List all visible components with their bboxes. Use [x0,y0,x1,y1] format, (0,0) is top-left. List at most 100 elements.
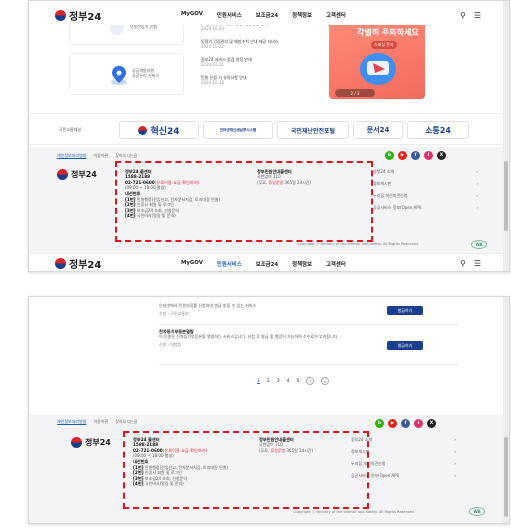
tab-privacy[interactable]: 개인정보처리방침 [57,153,86,159]
main-nav: MyGOV 민원서비스 보조금24 정책정보 고객센터 [181,11,346,19]
highlight-box [123,431,369,509]
emblem-icon [55,9,66,21]
accessibility-mark-icon: WA [471,240,487,249]
banner-item[interactable]: 국민재난안전포털 [277,121,349,139]
nav-subsidy[interactable]: 보조금24 [256,260,278,268]
emblem-icon [138,125,148,135]
screenshot-top: 부동산등기 신청 공공개방자원 공공누리 서비스 [보건복지부] 아동수당 등 … [28,0,510,272]
nav-mygov[interactable]: MyGOV [181,260,203,268]
nav-subsidy[interactable]: 보조금24 [256,11,278,19]
page-link[interactable]: 3 [277,379,280,384]
facebook-icon[interactable]: f [411,151,420,160]
emblem-icon [57,169,68,180]
page-link[interactable]: 1 [257,379,260,384]
emblem-icon [71,437,82,448]
sns-links: b ▶ f i X [375,419,436,428]
emblem-icon [55,258,66,269]
instagram-icon[interactable]: i [424,151,433,160]
scrollbar[interactable] [503,1,509,271]
promo-banner[interactable]: 각별히 주의하세요 스미싱 문자 2 / 3 [329,19,425,99]
menu-icon[interactable]: ☰ [474,259,481,268]
tab-directions[interactable]: 찾아오시는길 [115,153,137,159]
main-nav: MyGOV 민원서비스 보조금24 정책정보 고객센터 [181,260,346,268]
list-item[interactable]: 정부24 서비스 점검 일정 안내 2024.10.21 [201,57,331,75]
page-link[interactable]: 2 [267,379,270,384]
service-card-2[interactable]: 공공개방자원 공공누리 서비스 [69,53,184,95]
search-icon[interactable]: ⚲ [460,11,466,20]
phone-illustration-icon [360,53,396,85]
blog-icon[interactable]: b [385,151,394,160]
promo-counter[interactable]: 2 / 3 [335,89,375,97]
nav-support[interactable]: 고객센터 [326,260,346,268]
chevron-right-icon: › [476,181,478,186]
youtube-icon[interactable]: ▶ [388,419,397,428]
header-sticky: 정부24 MyGOV 민원서비스 보조금24 정책정보 고객센터 ⚲ ☰ [29,253,509,271]
last-page-button[interactable]: » [321,377,330,385]
copyright: Copyright ⓒ Ministry of the Interior and… [293,510,415,514]
tab-privacy[interactable]: 개인정보처리방침 [57,419,86,425]
header-top: 정부24 MyGOV 민원서비스 보조금24 정책정보 고객센터 ⚲ ☰ [29,5,509,25]
site-logo[interactable]: 정부24 [55,8,101,23]
menu-icon[interactable]: ☰ [474,11,481,20]
chevron-right-icon: › [454,437,456,442]
x-icon[interactable]: X [427,419,436,428]
list-item[interactable]: 동절기 건강관리 및 예방수칙 안내 제공 서비스 2024.10.22 [201,39,331,57]
accessibility-mark-icon: WA [469,507,485,516]
tab-terms[interactable]: 이용약관 [93,419,108,425]
chevron-right-icon: › [454,449,456,454]
search-icon[interactable]: ⚲ [460,259,466,268]
chevron-right-icon: › [454,461,456,466]
banner-item[interactable]: 혁신24 [119,121,199,139]
nav-civil-service[interactable]: 민원서비스 [217,260,242,268]
apply-button[interactable]: 발급하기 [387,341,423,350]
footer-logo[interactable]: 정부24 [57,169,97,180]
map-pin-icon [111,66,127,85]
sns-links: b ▶ f i X [385,151,446,160]
facebook-icon[interactable]: f [401,419,410,428]
promo-pill: 스미싱 문자 [371,41,397,49]
chevron-right-icon: › [476,193,478,198]
instagram-icon[interactable]: i [414,419,423,428]
list-item[interactable]: 민원 신청 시 유의사항 안내 2024.10.18 [201,75,331,93]
scrollbar-thumb[interactable] [504,437,508,517]
footer-link[interactable]: 정부24 소개 › [373,169,478,181]
footer-tabs: 개인정보처리방침 이용약관 찾아오시는길 [57,153,137,159]
copyright: Copyright ⓒ Ministry of the Interior and… [297,242,419,246]
promo-headline: 각별히 주의하세요 [357,28,419,37]
footer-links: 정부24 소개 › 정보게시판 › 누리집 개선의견신청 › 공공서비스 정보(Ope… [373,169,478,217]
banner-row: 국민소통채널 혁신24 인터넷재산세납부시스템 국민재난안전포털 문서24 소통… [29,113,509,145]
site-logo[interactable]: 정부24 [55,256,101,271]
nav-policy[interactable]: 정책정보 [292,260,312,268]
highlight-box [115,161,373,242]
footer-logo[interactable]: 정부24 [71,437,111,448]
banner-item[interactable]: 소통24 [407,121,469,139]
scrollbar[interactable] [503,297,509,523]
nav-support[interactable]: 고객센터 [326,11,346,19]
footer-link[interactable]: 누리집 개선의견신청 › [373,193,478,205]
footer-link[interactable]: 정보게시판 › [373,181,478,193]
banner-item[interactable]: 인터넷재산세납부시스템 [203,121,273,139]
page-link[interactable]: 5 [297,379,300,384]
screenshot-bottom: 인터넷에서 민원서류를 신청하여 발급 받을 수 있는 서비스 신청 · 국토교… [28,296,510,524]
next-page-button[interactable]: › [306,377,315,385]
card-label: 공공개방자원 공공누리 서비스 [132,68,160,79]
banner-item[interactable]: 문서24 [353,121,403,139]
tab-directions[interactable]: 찾아오시는길 [115,419,137,425]
page-link[interactable]: 4 [287,379,290,384]
chevron-right-icon: › [476,205,478,210]
youtube-icon[interactable]: ▶ [398,151,407,160]
footer-link[interactable]: 공공서비스 정보(Open API) › [373,205,478,217]
tab-terms[interactable]: 이용약관 [93,153,108,159]
footer-tabs: 개인정보처리방침 이용약관 찾아오시는길 [57,419,137,425]
banner-label: 국민소통채널 [59,127,82,132]
nav-policy[interactable]: 정책정보 [292,11,312,19]
scrollbar-thumb[interactable] [504,161,508,231]
apply-button[interactable]: 발급하기 [387,306,423,315]
blog-icon[interactable]: b [375,419,384,428]
nav-civil-service[interactable]: 민원서비스 [217,11,242,19]
pagination: 1 2 3 4 5 › » [257,377,330,385]
x-icon[interactable]: X [437,151,446,160]
nav-mygov[interactable]: MyGOV [181,11,203,19]
chevron-right-icon: › [476,169,478,174]
news-list: [보건복지부] 아동수당 등 통합신청 안내 2024.10.23 동절기 건강… [201,21,331,93]
